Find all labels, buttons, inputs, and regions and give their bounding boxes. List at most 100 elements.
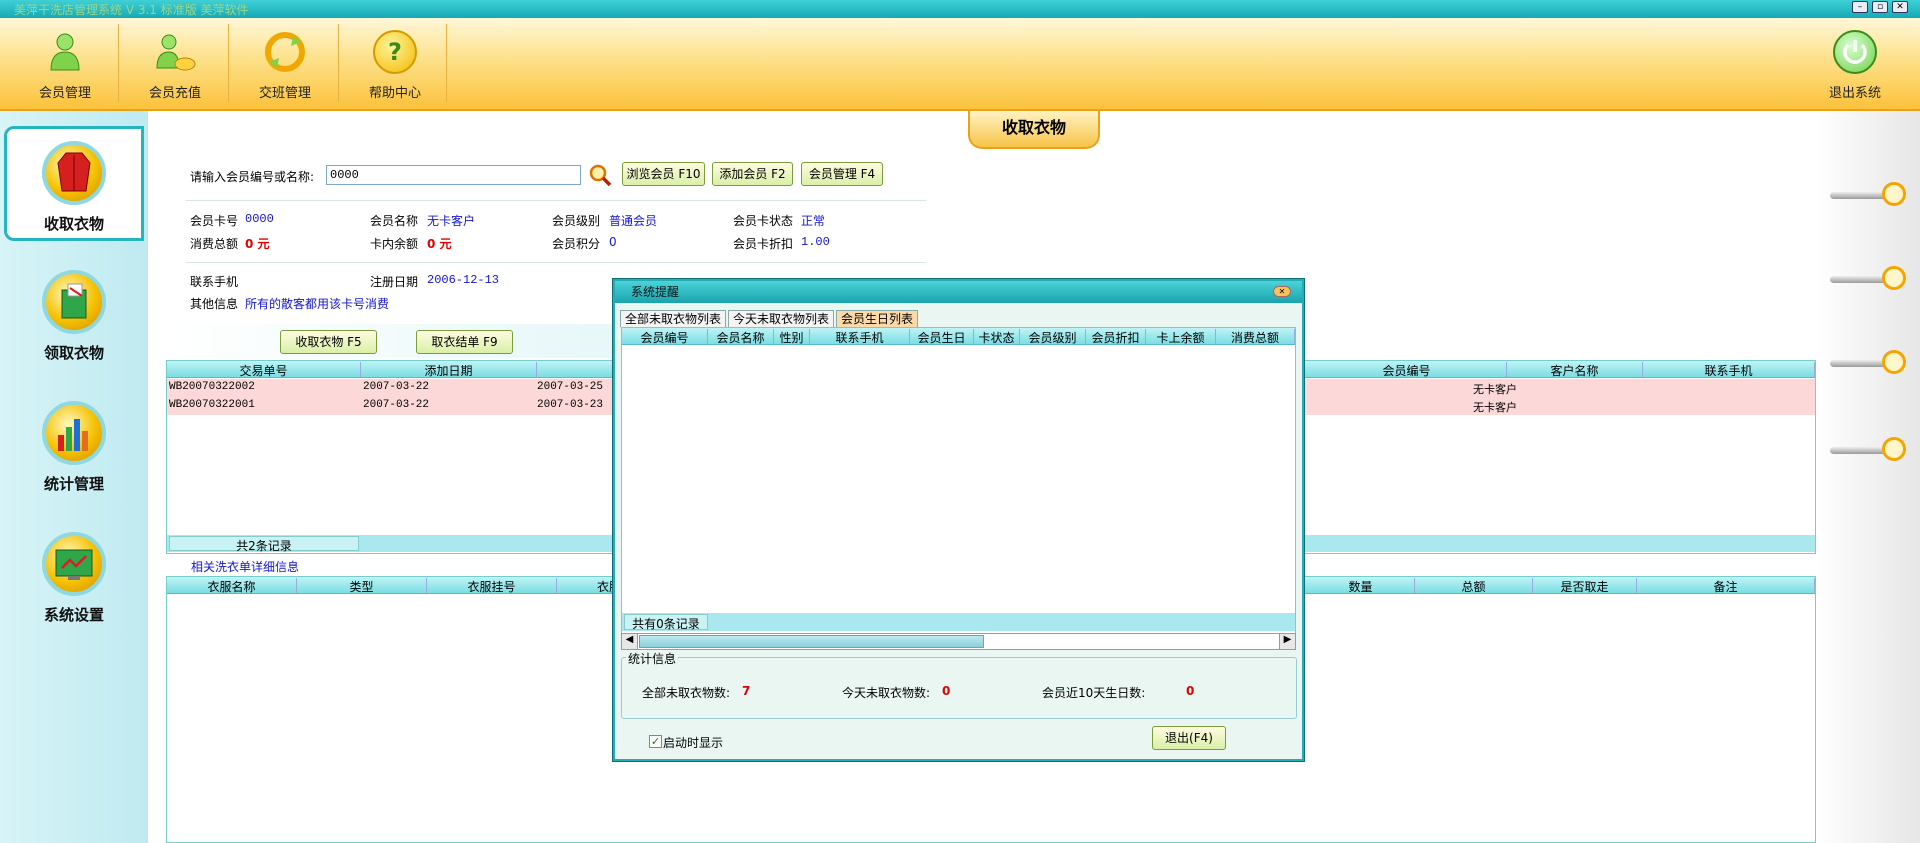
- tab-today-unpicked[interactable]: 今天未取衣物列表: [728, 310, 835, 327]
- column-header[interactable]: 衣服挂号: [427, 578, 557, 594]
- column-header[interactable]: 卡上余额: [1146, 329, 1216, 345]
- member-search-input[interactable]: [326, 165, 581, 185]
- sidebar-item-system-settings[interactable]: 系统设置: [4, 520, 144, 635]
- column-header[interactable]: 会员生日: [910, 329, 974, 345]
- pick-date-cell: 2007-03-23: [537, 399, 604, 411]
- column-header[interactable]: 会员编号: [622, 329, 708, 345]
- points-label: 会员积分: [552, 237, 601, 251]
- column-header[interactable]: 衣服名称: [167, 578, 297, 594]
- detail-link[interactable]: 相关洗衣单详细信息: [191, 558, 299, 575]
- search-icon[interactable]: [588, 163, 612, 187]
- record-count: 共2条记录: [169, 536, 359, 553]
- column-header[interactable]: 联系手机: [1643, 362, 1815, 378]
- column-header[interactable]: 是否取走: [1533, 578, 1637, 594]
- checkout-button[interactable]: 取衣结单 F9: [416, 330, 513, 354]
- dialog-close-button[interactable]: ✕: [1273, 286, 1291, 297]
- toolbar-member-recharge[interactable]: 会员充值: [120, 26, 230, 108]
- column-header[interactable]: 类型: [297, 578, 427, 594]
- sidebar-item-statistics[interactable]: 统计管理: [4, 389, 144, 504]
- binder-ring: [1830, 437, 1906, 461]
- column-header[interactable]: 性别: [774, 329, 810, 345]
- window-title: 美萍干洗店管理系统 V 3.1 标准版 美萍软件: [14, 3, 249, 17]
- minimize-button[interactable]: –: [1852, 1, 1868, 13]
- tab-birthday-list[interactable]: 会员生日列表: [836, 310, 919, 327]
- settings-screen-icon: [42, 532, 106, 596]
- sidebar-label: 统计管理: [43, 475, 104, 493]
- browse-members-button[interactable]: 浏览会员 F10: [622, 162, 705, 186]
- birthday-table: 会员编号 会员名称 性别 联系手机 会员生日 卡状态 会员级别 会员折扣 卡上余…: [621, 327, 1296, 645]
- shift-icon: [263, 30, 307, 74]
- toolbar-member-management[interactable]: 会员管理: [10, 26, 120, 108]
- divider: [186, 200, 926, 201]
- birthday-count-value: 0: [1186, 684, 1195, 698]
- column-header[interactable]: 消费总额: [1216, 329, 1295, 345]
- column-header[interactable]: 客户名称: [1507, 362, 1643, 378]
- notebook-rail: [1816, 111, 1920, 843]
- member-name-label: 会员名称: [370, 214, 419, 228]
- close-button[interactable]: ✕: [1892, 1, 1908, 13]
- system-reminder-dialog: 系统提醒 ✕ 全部未取衣物列表 今天未取衣物列表 会员生日列表 会员编号 会员名…: [613, 279, 1304, 761]
- dialog-exit-button[interactable]: 退出(F4): [1152, 726, 1226, 750]
- card-status-value: 正常: [801, 214, 826, 228]
- toolbar-help-center[interactable]: ? 帮助中心: [340, 26, 450, 108]
- birthday-count-label: 会员近10天生日数:: [1042, 686, 1146, 700]
- add-date-cell: 2007-03-22: [363, 399, 430, 411]
- column-header[interactable]: 总额: [1415, 578, 1533, 594]
- sidebar-item-receive-clothes[interactable]: 收取衣物: [4, 126, 144, 241]
- other-info-label: 其他信息: [190, 297, 239, 311]
- column-header[interactable]: 添加日期: [361, 362, 537, 378]
- toolbar-separator: [118, 24, 119, 102]
- column-header[interactable]: 数量: [1307, 578, 1415, 594]
- member-level-label: 会员级别: [552, 214, 601, 228]
- binder-ring: [1830, 350, 1906, 374]
- member-name-value: 无卡客户: [427, 214, 476, 228]
- tab-all-unpicked[interactable]: 全部未取衣物列表: [620, 310, 727, 327]
- help-icon: ?: [373, 30, 417, 74]
- points-value: 0: [609, 235, 617, 249]
- main-toolbar: 会员管理 会员充值 交班管理 ? 帮助中心 退出系统: [0, 18, 1920, 111]
- all-unpicked-label: 全部未取衣物数:: [642, 686, 731, 700]
- dialog-title: 系统提醒: [615, 281, 1302, 303]
- order-no-cell: WB20070322001: [169, 399, 255, 411]
- column-header[interactable]: 卡状态: [974, 329, 1020, 345]
- customer-cell: 无卡客户: [1473, 402, 1517, 414]
- discount-value: 1.00: [801, 235, 830, 249]
- add-member-button[interactable]: 添加会员 F2: [712, 162, 793, 186]
- column-header[interactable]: 会员编号: [1307, 362, 1507, 378]
- recharge-icon: [153, 30, 197, 74]
- table-footer: 共有0条记录: [622, 613, 1295, 631]
- divider: [186, 262, 926, 263]
- column-header[interactable]: 会员级别: [1020, 329, 1086, 345]
- column-header[interactable]: 会员折扣: [1086, 329, 1146, 345]
- page-title-tab: 收取衣物: [968, 111, 1100, 149]
- reg-date-label: 注册日期: [370, 275, 419, 289]
- table-header: 会员编号 会员名称 性别 联系手机 会员生日 卡状态 会员级别 会员折扣 卡上余…: [622, 328, 1295, 345]
- add-date-cell: 2007-03-22: [363, 381, 430, 393]
- receive-clothes-button[interactable]: 收取衣物 F5: [280, 330, 377, 354]
- column-header[interactable]: 交易单号: [167, 362, 361, 378]
- scrollbar-thumb[interactable]: [639, 635, 984, 648]
- manage-members-button[interactable]: 会员管理 F4: [801, 162, 883, 186]
- svg-text:?: ?: [388, 38, 402, 66]
- column-header[interactable]: 备注: [1637, 578, 1815, 594]
- maximize-button[interactable]: ▫: [1872, 1, 1888, 13]
- horizontal-scrollbar[interactable]: ◀ ▶: [621, 633, 1296, 650]
- bag-icon: [42, 270, 106, 334]
- member-level-value: 普通会员: [609, 214, 658, 228]
- column-header[interactable]: 会员名称: [708, 329, 774, 345]
- toolbar-separator: [446, 24, 447, 102]
- scroll-left-icon[interactable]: ◀: [622, 634, 638, 649]
- show-on-start-checkbox[interactable]: ✓: [649, 735, 662, 748]
- column-header[interactable]: 联系手机: [810, 329, 910, 345]
- scroll-right-icon[interactable]: ▶: [1279, 634, 1295, 649]
- logout-button[interactable]: 退出系统: [1800, 26, 1910, 108]
- sidebar-label: 领取衣物: [43, 344, 104, 362]
- toolbar-label: 交班管理: [258, 86, 311, 101]
- coat-icon: [42, 141, 106, 205]
- balance-label: 卡内余额: [370, 237, 419, 251]
- sidebar-label: 系统设置: [43, 606, 104, 624]
- chart-icon: [42, 401, 106, 465]
- sidebar-item-pickup-clothes[interactable]: 领取衣物: [4, 258, 144, 373]
- customer-cell: 无卡客户: [1473, 384, 1517, 396]
- toolbar-shift-management[interactable]: 交班管理: [230, 26, 340, 108]
